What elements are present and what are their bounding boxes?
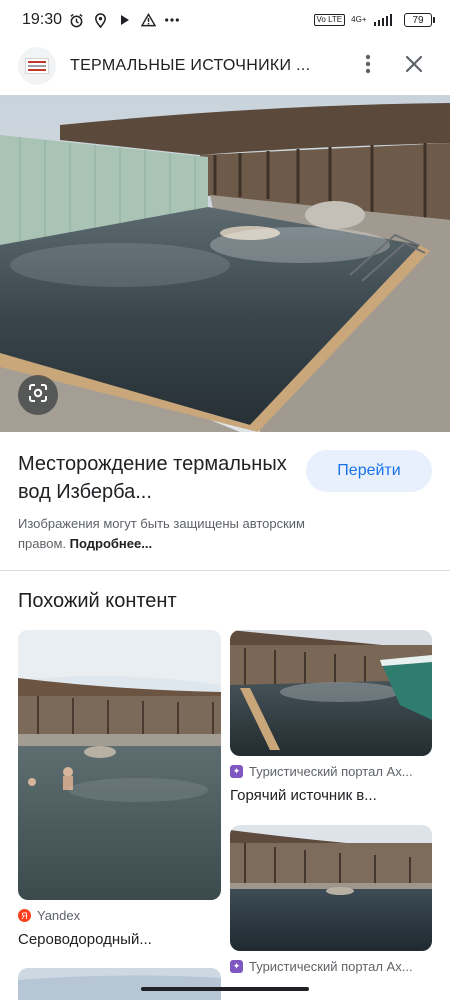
similar-source-label: Туристический портал Ах... <box>249 764 413 779</box>
similar-image-2[interactable] <box>230 630 432 756</box>
status-bar: 19:30 Vo LTE 4G+ 79 <box>0 0 450 40</box>
lens-icon <box>27 382 49 409</box>
similar-image-4[interactable] <box>18 968 221 1000</box>
portal-icon: ✦ <box>230 765 243 778</box>
similar-image-1[interactable] <box>18 630 221 900</box>
copyright-text: Изображения могут быть защищены авторски… <box>18 516 305 551</box>
main-image[interactable] <box>0 95 450 432</box>
network-label: 4G+ <box>351 15 367 24</box>
yandex-icon: Я <box>18 909 31 922</box>
portal-icon: ✦ <box>230 960 243 973</box>
section-divider <box>0 570 450 571</box>
similar-content-heading: Похожий контент <box>18 590 177 612</box>
site-logo-icon <box>18 47 56 85</box>
similar-image-3[interactable] <box>230 825 432 951</box>
more-vert-button[interactable] <box>350 48 386 84</box>
similar-title-2[interactable]: Горячий источник в... <box>230 787 432 804</box>
similar-source-label: Туристический портал Ах... <box>249 959 413 974</box>
similar-source-1: Я Yandex <box>18 908 221 923</box>
alarm-icon <box>68 12 84 28</box>
battery-icon: 79 <box>404 13 435 27</box>
close-icon <box>405 55 423 78</box>
similar-title-1[interactable]: Сероводородный... <box>18 931 221 948</box>
home-indicator[interactable] <box>141 987 309 991</box>
google-lens-button[interactable] <box>18 375 58 415</box>
more-dots-icon <box>164 12 180 28</box>
status-time: 19:30 <box>22 11 63 28</box>
viewer-header: ТЕРМАЛЬНЫЕ ИСТОЧНИКИ ... <box>0 40 450 92</box>
play-icon <box>116 12 132 28</box>
location-icon <box>92 12 108 28</box>
site-title[interactable]: ТЕРМАЛЬНЫЕ ИСТОЧНИКИ ... <box>70 57 350 75</box>
visit-button[interactable]: Перейти <box>306 450 432 492</box>
result-title[interactable]: Месторождение термальных вод Изберба... <box>18 450 298 506</box>
warning-icon <box>140 12 156 28</box>
copyright-more-link[interactable]: Подробнее... <box>70 536 152 551</box>
close-button[interactable] <box>396 48 432 84</box>
volte-badge: Vo LTE <box>313 14 346 26</box>
similar-source-label: Yandex <box>37 908 81 923</box>
copyright-notice: Изображения могут быть защищены авторски… <box>18 514 348 554</box>
similar-source-2: ✦ Туристический портал Ах... <box>230 764 432 779</box>
more-vert-icon <box>365 54 371 79</box>
signal-icon <box>373 14 392 26</box>
similar-source-3: ✦ Туристический портал Ах... <box>230 959 432 974</box>
